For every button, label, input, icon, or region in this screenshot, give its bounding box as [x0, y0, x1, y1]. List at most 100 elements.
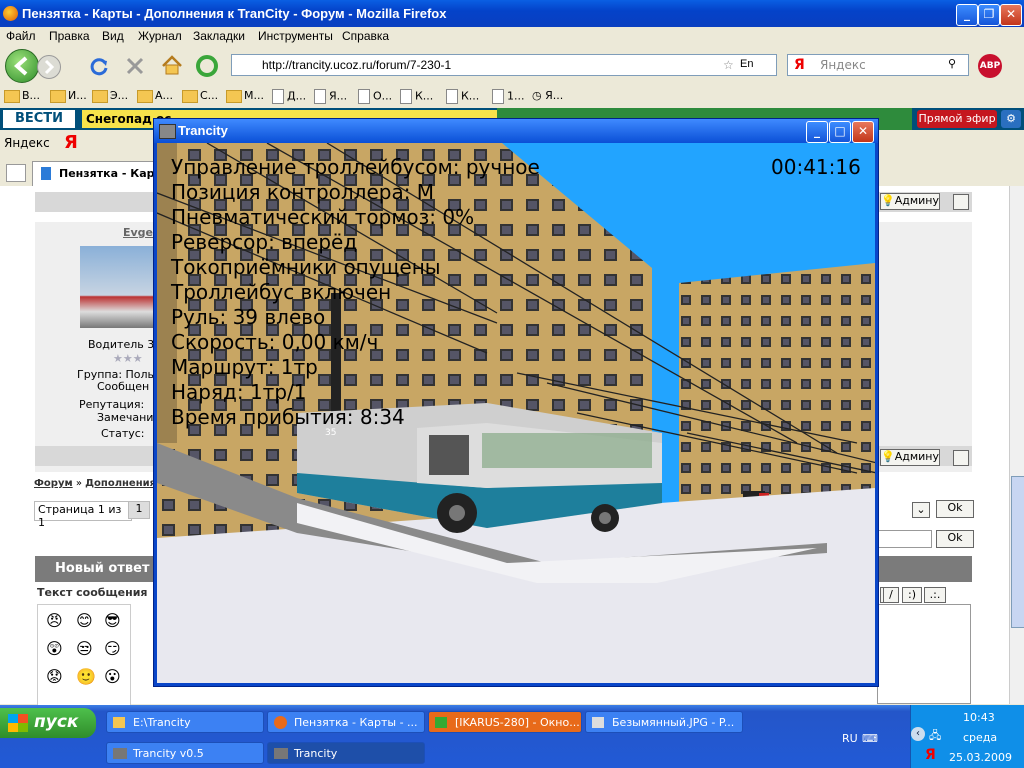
- admin-button-top[interactable]: 💡Админу: [880, 193, 940, 210]
- addon-icon[interactable]: [196, 55, 218, 77]
- network-icon[interactable]: 🖧: [929, 727, 941, 746]
- search-box[interactable]: Я Яндекс ⚲: [787, 54, 969, 76]
- bookmark-link[interactable]: О...: [358, 89, 392, 104]
- task-paint[interactable]: Безымянный.JPG - P...: [585, 711, 743, 733]
- tray-time[interactable]: 10:43: [963, 711, 995, 724]
- yandex-tray-icon[interactable]: Я: [925, 747, 936, 763]
- minimize-button[interactable]: _: [956, 4, 978, 26]
- trancity-maximize-button[interactable]: □: [829, 121, 851, 143]
- task-trancity-v05[interactable]: Trancity v0.5: [106, 742, 264, 764]
- search-magnifier-icon[interactable]: ⚲: [948, 57, 956, 70]
- adblock-icon[interactable]: ABP: [978, 54, 1002, 78]
- smiley-sad-icon[interactable]: 😒: [76, 639, 93, 658]
- admin-button-bottom[interactable]: 💡Админу: [880, 449, 940, 466]
- trancity-title-bar[interactable]: Trancity _ □ ✕: [154, 119, 878, 143]
- smiley-surprised-icon[interactable]: 😲: [46, 639, 63, 658]
- format-button-italic[interactable]: /: [883, 587, 899, 603]
- trancity-app-icon: [159, 124, 176, 139]
- system-tray: ‹ 🖧 Я 10:43 среда 25.03.2009: [910, 705, 1024, 768]
- reload-icon[interactable]: [88, 55, 110, 77]
- smiley-happy-icon[interactable]: 😊: [76, 611, 93, 630]
- task-ikarus[interactable]: [IKARUS-280] - Окно...: [428, 711, 582, 733]
- hud-pantographs: Токоприёмники опущены: [171, 255, 441, 279]
- dropdown-chevron-icon[interactable]: ⌄: [912, 502, 930, 518]
- menu-view[interactable]: Вид: [102, 29, 124, 43]
- menu-bookmarks[interactable]: Закладки: [193, 29, 245, 43]
- menu-history[interactable]: Журнал: [138, 29, 182, 43]
- smiley-panel: 😠 😊 😎 😲 😒 😏 😟 🙂 😮: [37, 604, 131, 706]
- page-counter: Страница 1 из 1: [34, 501, 132, 529]
- trancity-close-button[interactable]: ✕: [852, 121, 874, 143]
- bookmark-folder[interactable]: М...: [226, 89, 264, 103]
- firefox-icon: [274, 716, 287, 729]
- task-firefox[interactable]: Пензятка - Карты - ...: [267, 711, 425, 733]
- maximize-button[interactable]: ❐: [978, 4, 1000, 26]
- scrollbar-thumb[interactable]: [1011, 476, 1024, 628]
- smiley-cool-icon[interactable]: 😎: [104, 611, 121, 630]
- menu-help[interactable]: Справка: [342, 29, 389, 43]
- tray-day: среда: [963, 731, 998, 744]
- tray-date: 25.03.2009: [949, 751, 1012, 764]
- format-button-smile[interactable]: :): [902, 587, 922, 603]
- bookmark-link[interactable]: ◷ Я...: [532, 89, 563, 102]
- vesti-logo[interactable]: ВЕСТИ: [3, 110, 75, 128]
- stop-icon[interactable]: [124, 55, 146, 77]
- menu-edit[interactable]: Правка: [49, 29, 90, 43]
- settings-gear-icon[interactable]: ⚙: [1001, 110, 1021, 128]
- bookmark-link[interactable]: Д...: [272, 89, 306, 104]
- simulator-viewport[interactable]: 1 35 Управление троллейбусом: ручное Поз: [157, 143, 875, 683]
- input-field[interactable]: [877, 530, 932, 548]
- back-arrow-icon: [13, 56, 28, 76]
- tab-list-icon[interactable]: [6, 164, 26, 182]
- start-button[interactable]: пуск: [0, 708, 96, 738]
- back-button[interactable]: [5, 49, 39, 83]
- trancity-minimize-button[interactable]: _: [806, 121, 828, 143]
- post-action-button[interactable]: [953, 450, 969, 466]
- ok-button-2[interactable]: Ok: [936, 530, 974, 548]
- hud-clock: 00:41:16: [771, 155, 861, 179]
- smiley-smile-icon[interactable]: 🙂: [76, 667, 96, 686]
- forward-button[interactable]: [37, 55, 61, 79]
- bookmark-link[interactable]: 1...: [492, 89, 525, 104]
- tab-active[interactable]: Пензятка - Карт: [32, 161, 164, 186]
- breadcrumb-forum[interactable]: Форум: [34, 478, 73, 489]
- message-textarea[interactable]: [877, 604, 971, 704]
- post-action-button[interactable]: [953, 194, 969, 210]
- smiley-wink-icon[interactable]: 😏: [104, 639, 121, 658]
- bookmark-link[interactable]: К...: [400, 89, 433, 104]
- bookmark-link[interactable]: К...: [446, 89, 479, 104]
- paint-icon: [592, 717, 604, 728]
- language-indicator[interactable]: RU: [842, 732, 858, 745]
- bookmark-folder[interactable]: А...: [137, 89, 173, 103]
- bookmark-folder[interactable]: В...: [4, 89, 40, 103]
- menu-file[interactable]: Файл: [6, 29, 36, 43]
- user-messages: Сообщен: [97, 380, 150, 393]
- bookmark-folder[interactable]: Э...: [92, 89, 128, 103]
- smiley-angry-icon[interactable]: 😠: [46, 611, 63, 630]
- bookmark-star-icon[interactable]: ☆: [723, 58, 734, 72]
- menu-tools[interactable]: Инструменты: [258, 29, 333, 43]
- page-scrollbar[interactable]: [1009, 186, 1024, 704]
- post-author[interactable]: Evge: [123, 226, 153, 239]
- format-button-more[interactable]: .:.: [924, 587, 946, 603]
- yandex-logo-icon[interactable]: Я: [64, 132, 78, 153]
- page-number[interactable]: 1: [128, 501, 150, 519]
- address-bar[interactable]: http://trancity.ucoz.ru/forum/7-230-1 ☆ …: [231, 54, 777, 76]
- firefox-title-bar: Пензятка - Карты - Дополнения к TranCity…: [0, 0, 1024, 27]
- yandex-label[interactable]: Яндекс: [4, 136, 50, 150]
- task-trancity[interactable]: Trancity: [267, 742, 425, 764]
- live-button[interactable]: Прямой эфир: [917, 110, 997, 128]
- bookmark-folder[interactable]: И...: [50, 89, 87, 103]
- trancity-window: Trancity _ □ ✕ 1: [153, 118, 879, 687]
- windows-logo-icon: [8, 714, 28, 732]
- smiley-worried-icon[interactable]: 😟: [46, 667, 63, 686]
- bookmark-folder[interactable]: С...: [182, 89, 218, 103]
- ok-button-1[interactable]: Ok: [936, 500, 974, 518]
- tray-expand-icon[interactable]: ‹: [911, 727, 925, 741]
- close-button[interactable]: ✕: [1000, 4, 1022, 26]
- keyboard-icon[interactable]: ⌨: [862, 732, 878, 745]
- smiley-shock-icon[interactable]: 😮: [104, 667, 121, 686]
- bookmark-link[interactable]: Я...: [314, 89, 347, 104]
- home-icon[interactable]: [160, 54, 184, 76]
- task-explorer[interactable]: E:\Trancity: [106, 711, 264, 733]
